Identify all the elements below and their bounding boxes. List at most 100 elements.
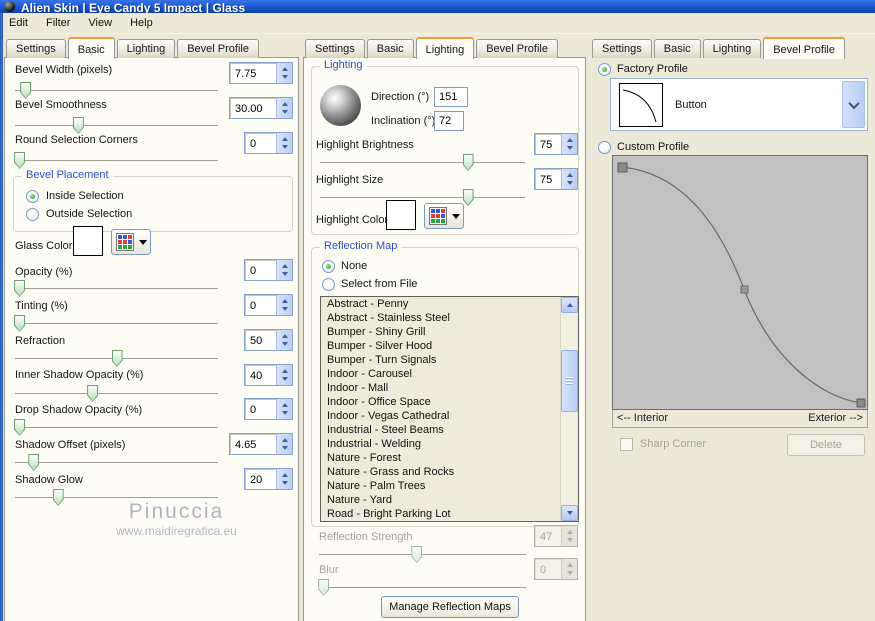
slider-thumb[interactable]	[14, 419, 25, 436]
spin-down-icon[interactable]	[282, 377, 288, 381]
list-item[interactable]: Abstract - Penny	[321, 297, 578, 311]
list-item[interactable]: Abstract - Stainless Steel	[321, 311, 578, 325]
list-item[interactable]: Indoor - Office Space	[321, 395, 578, 409]
slider-thumb[interactable]	[87, 385, 98, 402]
bevel-profile-curve-editor[interactable]	[612, 155, 868, 410]
refraction-spinbox[interactable]: 50	[244, 329, 293, 351]
highlight-color-swatch[interactable]	[386, 200, 416, 230]
spin-up-icon[interactable]	[567, 173, 573, 177]
right-tab-basic[interactable]: Basic	[654, 39, 701, 58]
spin-up-icon[interactable]	[282, 137, 288, 141]
slider-thumb[interactable]	[20, 82, 31, 99]
list-scrollbar[interactable]	[560, 297, 578, 521]
scroll-down-button[interactable]	[561, 505, 578, 521]
bevel-width-value[interactable]: 7.75	[230, 63, 276, 83]
list-item[interactable]: Nature - Forest	[321, 451, 578, 465]
spin-up-icon[interactable]	[567, 138, 573, 142]
slider-thumb[interactable]	[463, 189, 474, 206]
spin-down-icon[interactable]	[282, 110, 288, 114]
slider-thumb[interactable]	[73, 117, 84, 134]
spin-arrows[interactable]	[276, 399, 292, 419]
spin-down-icon[interactable]	[282, 481, 288, 485]
shadow-offset-value[interactable]: 4.65	[230, 434, 276, 454]
left-tab-bevel-profile[interactable]: Bevel Profile	[177, 39, 259, 58]
middle-tab-bevel-profile[interactable]: Bevel Profile	[476, 39, 558, 58]
slider-thumb[interactable]	[14, 152, 25, 169]
spin-down-icon[interactable]	[282, 411, 288, 415]
custom-profile-label[interactable]: Custom Profile	[617, 141, 689, 153]
spin-down-icon[interactable]	[282, 75, 288, 79]
spin-arrows[interactable]	[276, 469, 292, 489]
inside-selection-label[interactable]: Inside Selection	[46, 190, 124, 202]
reflection-file-label[interactable]: Select from File	[341, 278, 417, 290]
left-tab-basic[interactable]: Basic	[68, 37, 115, 59]
highlight-brightness-value[interactable]: 75	[535, 134, 561, 154]
highlight-size-value[interactable]: 75	[535, 169, 561, 189]
menu-filter[interactable]: Filter	[37, 15, 79, 31]
spin-arrows[interactable]	[276, 365, 292, 385]
right-tab-settings[interactable]: Settings	[592, 39, 652, 58]
factory-profile-label[interactable]: Factory Profile	[617, 63, 688, 75]
spin-up-icon[interactable]	[282, 369, 288, 373]
title-bar[interactable]: Alien Skin | Eye Candy 5 Impact | Glass	[0, 0, 875, 13]
right-tab-lighting[interactable]: Lighting	[703, 39, 762, 58]
slider-thumb[interactable]	[14, 315, 25, 332]
inner-shadow-slider[interactable]	[15, 385, 218, 403]
spin-down-icon[interactable]	[567, 146, 573, 150]
list-item[interactable]: Bumper - Shiny Grill	[321, 325, 578, 339]
spin-down-icon[interactable]	[282, 307, 288, 311]
drop-shadow-spinbox[interactable]: 0	[244, 398, 293, 420]
dropdown-strip[interactable]	[842, 81, 865, 128]
middle-tab-lighting[interactable]: Lighting	[416, 37, 475, 59]
scroll-thumb[interactable]	[561, 350, 578, 412]
shadow-glow-spinbox[interactable]: 20	[244, 468, 293, 490]
list-item[interactable]: Nature - Palm Trees	[321, 479, 578, 493]
reflection-file-radio[interactable]	[322, 278, 335, 291]
direction-input[interactable]: 151	[434, 87, 468, 107]
highlight-size-spinbox[interactable]: 75	[534, 168, 578, 190]
bevel-smoothness-value[interactable]: 30.00	[230, 98, 276, 118]
middle-tab-settings[interactable]: Settings	[305, 39, 365, 58]
reflection-none-radio[interactable]	[322, 260, 335, 273]
spin-up-icon[interactable]	[282, 67, 288, 71]
highlight-size-slider[interactable]	[320, 189, 525, 207]
slider-thumb[interactable]	[28, 454, 39, 471]
spin-down-icon[interactable]	[567, 181, 573, 185]
spin-up-icon[interactable]	[282, 264, 288, 268]
opacity-value[interactable]: 0	[245, 260, 276, 280]
refraction-value[interactable]: 50	[245, 330, 276, 350]
bevel-smoothness-slider[interactable]	[15, 117, 218, 135]
custom-profile-radio[interactable]	[598, 141, 611, 154]
spin-arrows[interactable]	[276, 98, 292, 118]
spin-up-icon[interactable]	[282, 403, 288, 407]
list-item[interactable]: Industrial - Welding	[321, 437, 578, 451]
spin-down-icon[interactable]	[282, 342, 288, 346]
bevel-width-slider[interactable]	[15, 82, 218, 100]
shadow-offset-spinbox[interactable]: 4.65	[229, 433, 293, 455]
list-item[interactable]: Indoor - Carousel	[321, 367, 578, 381]
spin-arrows[interactable]	[561, 169, 577, 189]
glass-color-swatch[interactable]	[73, 226, 103, 256]
spin-arrows[interactable]	[561, 134, 577, 154]
light-direction-sphere[interactable]	[320, 85, 361, 126]
left-tab-lighting[interactable]: Lighting	[117, 39, 176, 58]
inner-shadow-value[interactable]: 40	[245, 365, 276, 385]
slider-thumb[interactable]	[112, 350, 123, 367]
spin-arrows[interactable]	[276, 63, 292, 83]
slider-thumb[interactable]	[53, 489, 64, 506]
spin-up-icon[interactable]	[282, 299, 288, 303]
opacity-slider[interactable]	[15, 280, 218, 298]
refraction-slider[interactable]	[15, 350, 218, 368]
slider-thumb[interactable]	[463, 154, 474, 171]
inclination-input[interactable]: 72	[434, 111, 464, 131]
outside-selection-radio[interactable]	[26, 208, 39, 221]
spin-arrows[interactable]	[276, 330, 292, 350]
inner-shadow-spinbox[interactable]: 40	[244, 364, 293, 386]
list-item[interactable]: Indoor - Vegas Cathedral	[321, 409, 578, 423]
outside-selection-label[interactable]: Outside Selection	[46, 208, 132, 220]
highlight-color-picker-button[interactable]	[424, 203, 464, 229]
list-item[interactable]: Road - Bright Parking Lot	[321, 507, 578, 521]
highlight-brightness-slider[interactable]	[320, 154, 525, 172]
factory-profile-radio[interactable]	[598, 63, 611, 76]
highlight-brightness-spinbox[interactable]: 75	[534, 133, 578, 155]
